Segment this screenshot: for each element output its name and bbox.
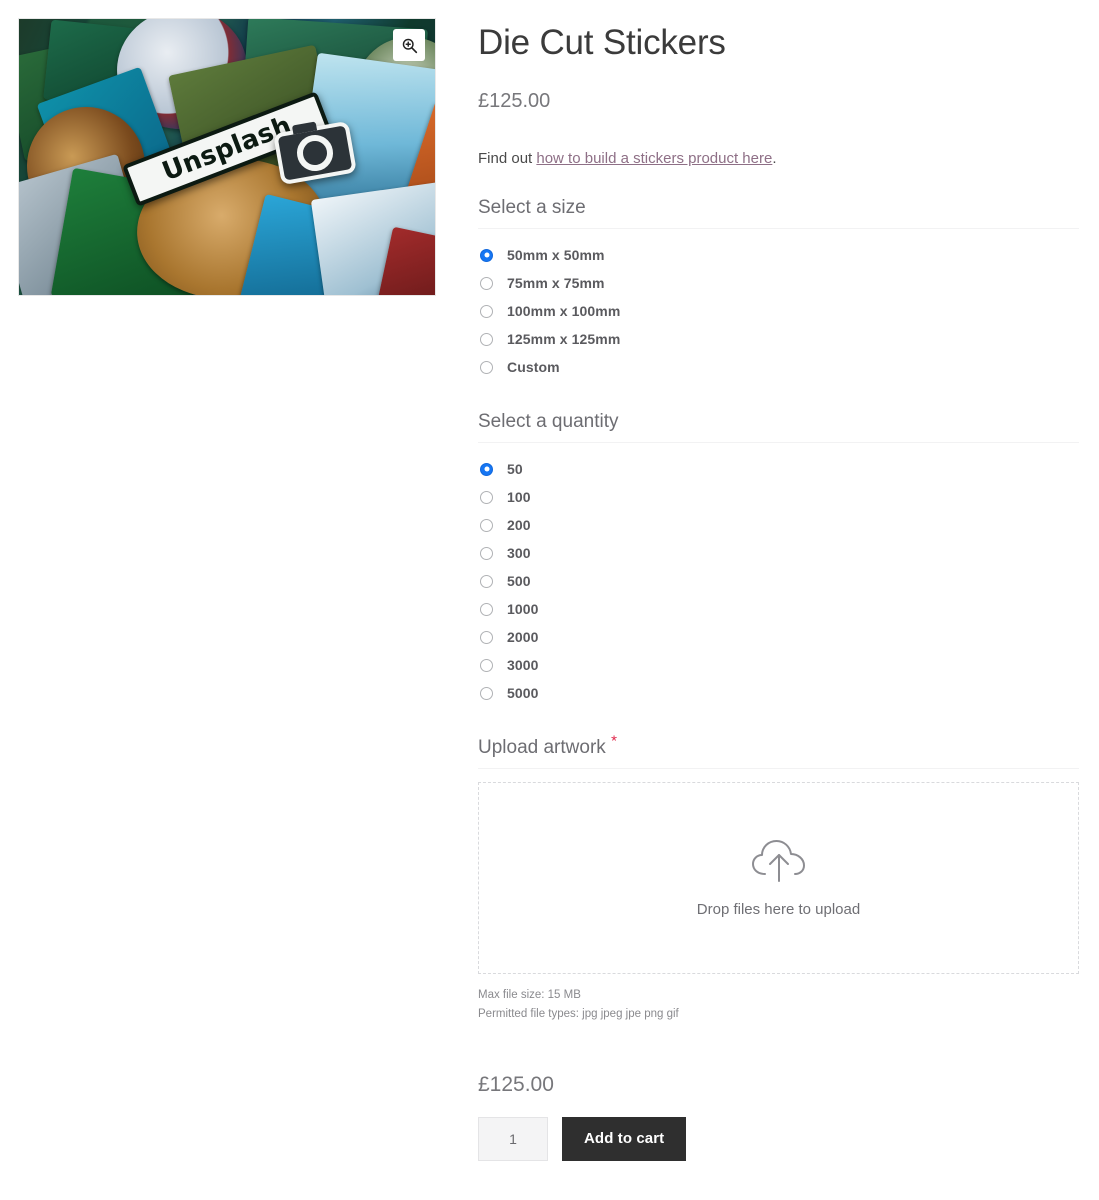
upload-field-divider — [478, 768, 1079, 769]
size-radio-0[interactable] — [480, 248, 493, 262]
quantity-option-label: 500 — [507, 573, 531, 589]
dropzone-label: Drop files here to upload — [696, 901, 861, 918]
size-option-row[interactable]: 50mm x 50mm — [478, 241, 1079, 269]
quantity-field-heading: Select a quantity — [478, 411, 619, 432]
quantity-radio-2[interactable] — [480, 518, 493, 532]
quantity-option-label: 1000 — [507, 601, 539, 617]
quantity-radio-5[interactable] — [480, 602, 493, 616]
file-dropzone[interactable]: Drop files here to upload — [478, 782, 1079, 974]
quantity-option-label: 100 — [507, 489, 531, 505]
size-radio-group[interactable]: 50mm x 50mm 75mm x 75mm 100mm x 100mm 12… — [478, 229, 1079, 381]
quantity-radio-4[interactable] — [480, 574, 493, 588]
product-price-top: £125.00 — [478, 90, 551, 112]
quantity-radio-8[interactable] — [480, 686, 493, 700]
required-asterisk: * — [611, 732, 617, 750]
quantity-radio-1[interactable] — [480, 490, 493, 504]
page-title: Die Cut Stickers — [478, 23, 726, 62]
build-stickers-guide-link[interactable]: how to build a stickers product here — [536, 150, 772, 167]
quantity-radio-6[interactable] — [480, 630, 493, 644]
quantity-option-label: 2000 — [507, 629, 539, 645]
product-image-gallery[interactable]: Unsplash — [18, 18, 436, 296]
quantity-option-row[interactable]: 2000 — [478, 623, 1079, 651]
size-option-label: 100mm x 100mm — [507, 303, 621, 319]
help-text: Find out how to build a stickers product… — [478, 113, 1079, 167]
upload-field: Upload artwork * Drop files here to uplo… — [478, 707, 1079, 1024]
size-field-heading: Select a size — [478, 197, 586, 218]
size-option-row[interactable]: 125mm x 125mm — [478, 325, 1079, 353]
product-summary: Die Cut Stickers £125.00 Find out how to… — [478, 0, 1079, 1161]
quantity-option-row[interactable]: 50 — [478, 455, 1079, 483]
size-option-row[interactable]: 75mm x 75mm — [478, 269, 1079, 297]
size-option-label: 50mm x 50mm — [507, 247, 605, 263]
size-option-label: 125mm x 125mm — [507, 331, 621, 347]
quantity-option-label: 200 — [507, 517, 531, 533]
size-field: Select a size 50mm x 50mm 75mm x 75mm 10… — [478, 167, 1079, 381]
size-option-label: Custom — [507, 359, 560, 375]
product-page: Unsplash Die Cut Stickers £125.00 Find o… — [0, 0, 1099, 1200]
size-radio-2[interactable] — [480, 304, 493, 318]
quantity-field: Select a quantity 50 100 200 300 500 100… — [478, 381, 1079, 707]
quantity-radio-3[interactable] — [480, 546, 493, 560]
quantity-option-label: 50 — [507, 461, 523, 477]
quantity-radio-group[interactable]: 50 100 200 300 500 1000 2000 3000 5000 — [478, 443, 1079, 707]
upload-field-heading-text: Upload artwork — [478, 737, 606, 758]
quantity-option-row[interactable]: 200 — [478, 511, 1079, 539]
quantity-option-label: 300 — [507, 545, 531, 561]
quantity-radio-7[interactable] — [480, 658, 493, 672]
quantity-option-label: 5000 — [507, 685, 539, 701]
quantity-option-row[interactable]: 500 — [478, 567, 1079, 595]
quantity-option-label: 3000 — [507, 657, 539, 673]
size-radio-3[interactable] — [480, 332, 493, 346]
help-text-prefix: Find out — [478, 150, 537, 167]
size-option-row[interactable]: 100mm x 100mm — [478, 297, 1079, 325]
quantity-option-row[interactable]: 3000 — [478, 651, 1079, 679]
permitted-types-note: Permitted file types: jpg jpeg jpe png g… — [478, 1007, 679, 1020]
upload-field-heading: Upload artwork * — [478, 707, 1079, 768]
quantity-option-row[interactable]: 1000 — [478, 595, 1079, 623]
size-radio-1[interactable] — [480, 276, 493, 290]
size-option-label: 75mm x 75mm — [507, 275, 605, 291]
help-text-suffix: . — [772, 150, 777, 167]
file-constraints: Max file size: 15 MB Permitted file type… — [478, 974, 1079, 1024]
add-to-cart-button[interactable]: Add to cart — [562, 1116, 687, 1161]
add-to-cart-form: Add to cart — [478, 1097, 1079, 1161]
product-price-bottom: £125.00 — [478, 1072, 554, 1096]
cloud-upload-icon — [750, 838, 808, 889]
quantity-option-row[interactable]: 300 — [478, 539, 1079, 567]
quantity-option-row[interactable]: 5000 — [478, 679, 1079, 707]
quantity-option-row[interactable]: 100 — [478, 483, 1079, 511]
size-radio-4[interactable] — [480, 360, 493, 374]
size-option-row[interactable]: Custom — [478, 353, 1079, 381]
product-photo: Unsplash — [19, 19, 435, 295]
magnifier-plus-icon[interactable] — [393, 29, 425, 61]
quantity-radio-0[interactable] — [480, 462, 493, 476]
quantity-stepper[interactable] — [478, 1116, 548, 1161]
max-file-size-note: Max file size: 15 MB — [478, 989, 581, 1001]
